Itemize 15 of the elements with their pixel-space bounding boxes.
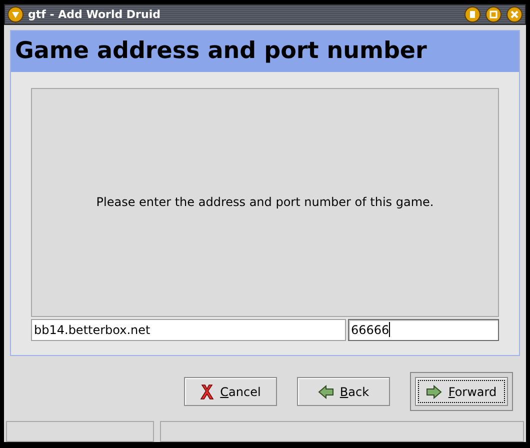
menu-icon[interactable] bbox=[7, 6, 24, 23]
close-icon[interactable] bbox=[506, 6, 523, 23]
forward-button[interactable]: Forward bbox=[415, 377, 508, 406]
address-field[interactable]: bb14.betterbox.net bbox=[31, 318, 346, 341]
maximize-icon[interactable] bbox=[485, 6, 502, 23]
pin-icon[interactable] bbox=[464, 6, 481, 23]
window-title: gtf - Add World Druid bbox=[28, 8, 162, 21]
back-button[interactable]: Back bbox=[297, 377, 390, 406]
left-arrow-icon bbox=[318, 384, 334, 399]
cross-icon bbox=[200, 384, 214, 400]
right-arrow-icon bbox=[426, 384, 442, 399]
instruction-text: Please enter the address and port number of this game. bbox=[96, 195, 434, 210]
cancel-button[interactable]: Cancel bbox=[184, 377, 277, 406]
port-field[interactable]: 66666 bbox=[348, 318, 499, 341]
page-heading: Game address and port number bbox=[15, 38, 427, 64]
